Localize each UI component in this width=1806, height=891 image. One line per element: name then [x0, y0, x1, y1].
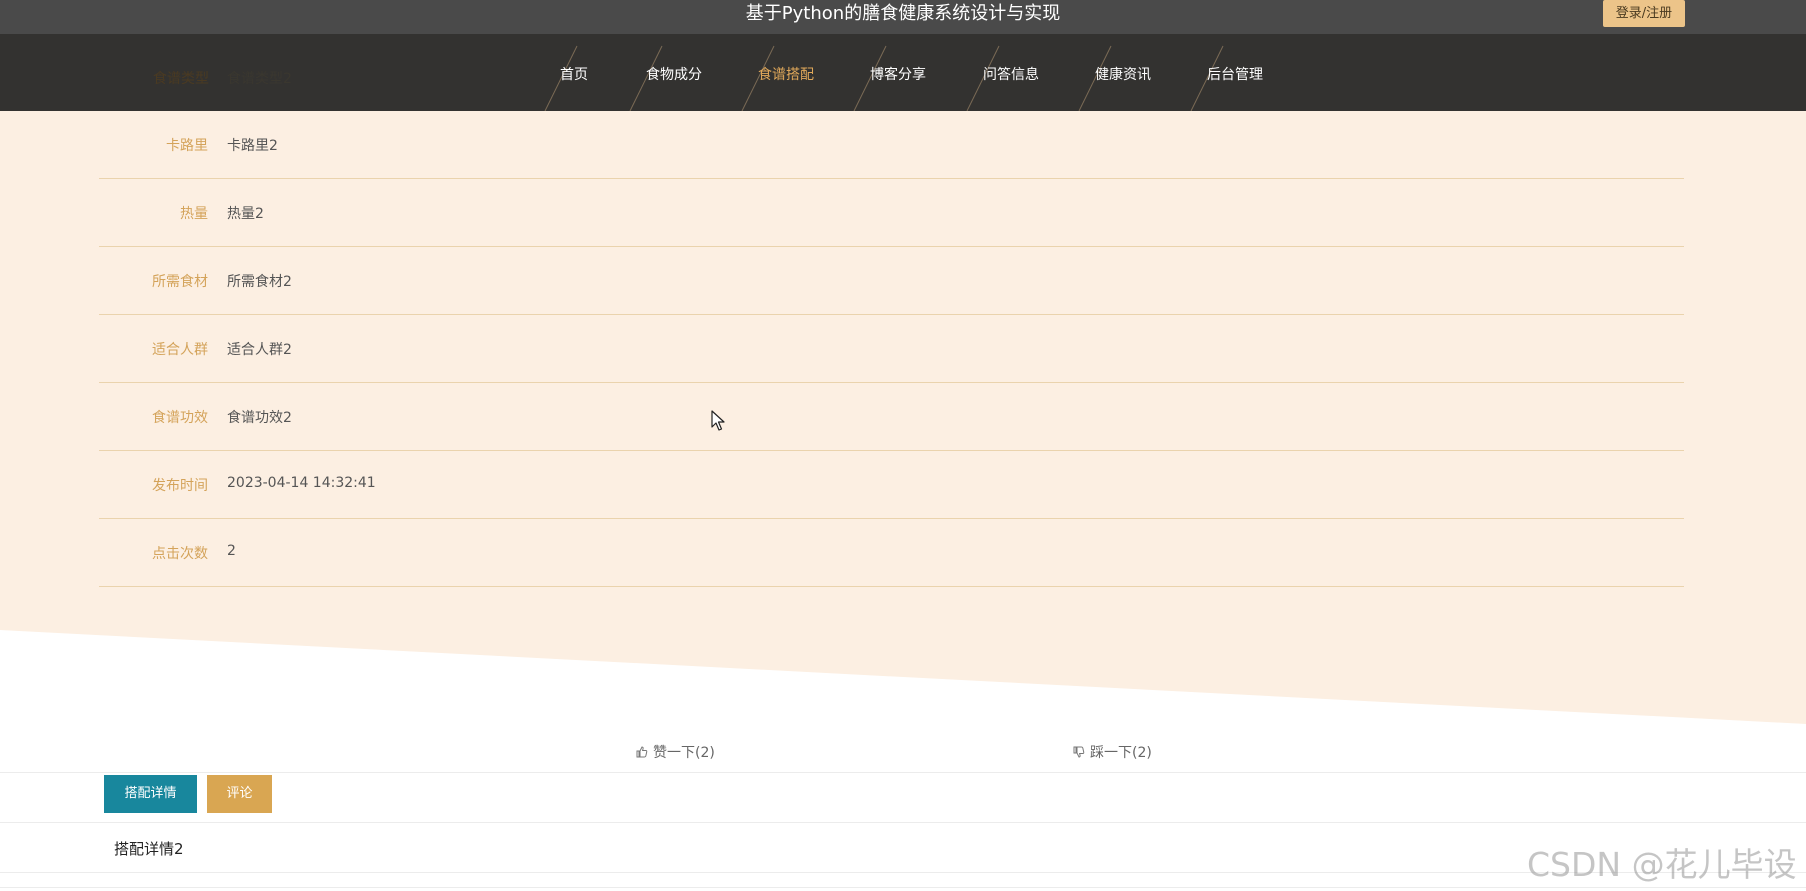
detail-label: 发布时间: [152, 478, 208, 494]
detail-value: 食谱功效2: [227, 410, 292, 426]
mouse-cursor-icon: [711, 410, 725, 431]
detail-row-ingredients: 所需食材 所需食材2: [99, 247, 1684, 315]
divider: [0, 887, 1806, 888]
detail-label: 热量: [180, 206, 208, 222]
divider: [0, 822, 1806, 823]
ghost-value: 食谱类型2: [227, 71, 292, 87]
detail-value: 适合人群2: [227, 342, 292, 358]
detail-value: 2: [227, 543, 236, 559]
tab-pairing-detail[interactable]: 搭配详情: [104, 775, 197, 813]
nav-home[interactable]: 首页: [560, 64, 588, 84]
recipe-detail-table: 卡路里 卡路里2 热量 热量2 所需食材 所需食材2 适合人群 适合人群2 食谱…: [99, 111, 1684, 587]
detail-label: 食谱功效: [152, 410, 208, 426]
detail-row-calories: 卡路里 卡路里2: [99, 111, 1684, 179]
tab-comments[interactable]: 评论: [207, 775, 272, 813]
detail-row-suitable-people: 适合人群 适合人群2: [99, 315, 1684, 383]
dislike-button[interactable]: 踩一下(2): [1073, 742, 1152, 762]
detail-row-efficacy: 食谱功效 食谱功效2: [99, 383, 1684, 451]
watermark: CSDN @花儿毕设: [1527, 845, 1797, 884]
detail-row-heat: 热量 热量2: [99, 179, 1684, 247]
detail-label: 所需食材: [152, 274, 208, 290]
dislike-label: 踩一下(2): [1090, 745, 1152, 761]
like-button[interactable]: 赞一下(2): [636, 742, 715, 762]
detail-row-click-count: 点击次数 2: [99, 519, 1684, 587]
top-title-bar: 基于Python的膳食健康系统设计与实现 登录/注册: [0, 0, 1806, 34]
detail-value: 所需食材2: [227, 274, 292, 290]
detail-row-publish-time: 发布时间 2023-04-14 14:32:41: [99, 451, 1684, 519]
login-register-button[interactable]: 登录/注册: [1603, 0, 1685, 27]
thumbs-down-icon: [1073, 746, 1085, 758]
nav-admin[interactable]: 后台管理: [1207, 64, 1263, 84]
nav-food-ingredients[interactable]: 食物成分: [646, 64, 702, 84]
nav-recipe-pairing[interactable]: 食谱搭配: [758, 64, 814, 84]
detail-value: 卡路里2: [227, 138, 278, 154]
nav-qa-info[interactable]: 问答信息: [983, 64, 1039, 84]
detail-label: 点击次数: [152, 546, 208, 562]
detail-label: 适合人群: [152, 342, 208, 358]
nav-blog-sharing[interactable]: 博客分享: [870, 64, 926, 84]
divider: [0, 772, 1806, 773]
site-title: 基于Python的膳食健康系统设计与实现: [745, 3, 1061, 24]
ghost-label: 食谱类型: [153, 71, 209, 87]
thumbs-up-icon: [636, 746, 648, 758]
nav-health-news[interactable]: 健康资讯: [1095, 64, 1151, 84]
detail-value: 2023-04-14 14:32:41: [227, 475, 376, 491]
main-nav: 食谱类型 食谱类型2 首页 食物成分 食谱搭配 博客分享 问答信息 健康资讯 后…: [0, 34, 1806, 111]
detail-value: 热量2: [227, 206, 264, 222]
pairing-detail-content: 搭配详情2: [114, 840, 184, 858]
detail-label: 卡路里: [166, 138, 208, 154]
like-label: 赞一下(2): [653, 745, 715, 761]
